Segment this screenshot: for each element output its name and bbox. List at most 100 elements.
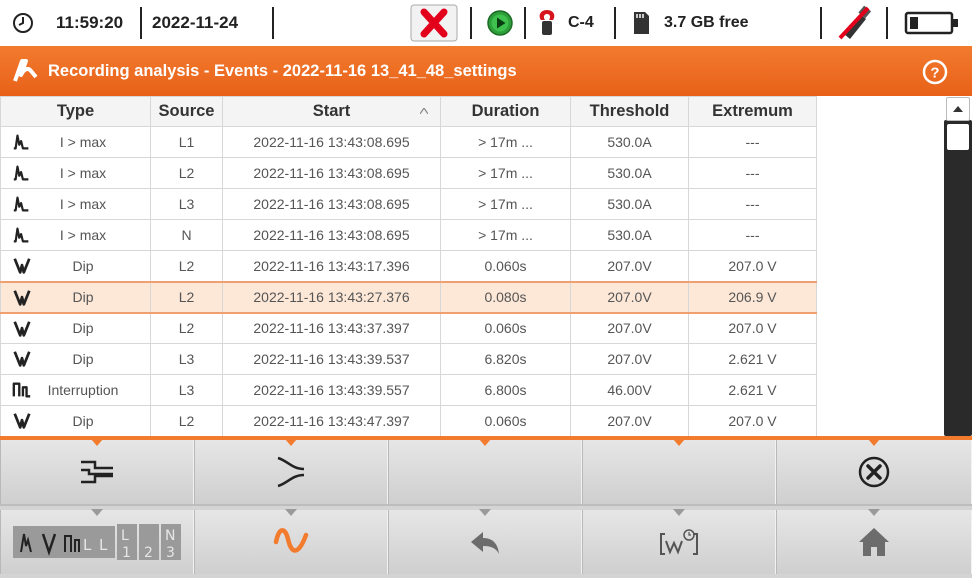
scrollbar-thumb[interactable]: [947, 124, 969, 150]
threshold-cell: 207.0V: [570, 405, 689, 436]
waveform-timeplot-button[interactable]: [582, 509, 776, 574]
status-bar: 11:59:20 2022-11-24 C-4 3.7 GB free: [0, 0, 972, 46]
dip-icon: [13, 413, 31, 429]
source-cell: L1: [150, 126, 223, 158]
bottom-toolbar: L L L 1 2 3 N: [0, 436, 972, 578]
column-header-start[interactable]: Start: [222, 96, 441, 127]
start-cell: 2022-11-16 13:43:08.695: [222, 219, 441, 251]
column-header-extremum[interactable]: Extremum: [688, 96, 817, 127]
source-cell: L3: [150, 188, 223, 220]
threshold-cell: 530.0A: [570, 126, 689, 158]
separator: [140, 7, 142, 39]
status-time: 11:59:20: [56, 13, 124, 32]
source-cell: L2: [150, 280, 223, 314]
start-cell: 2022-11-16 13:43:08.695: [222, 157, 441, 189]
source-cell: L2: [150, 250, 223, 282]
event-filter-button[interactable]: [0, 439, 194, 504]
start-cell: 2022-11-16 13:43:08.695: [222, 188, 441, 220]
source-cell: L2: [150, 312, 223, 344]
phase-label-1: 1: [122, 545, 131, 561]
table-row[interactable]: I > max L3 2022-11-16 13:43:08.695 > 17m ..…: [0, 188, 817, 220]
phase-label-l1-letter: L: [83, 536, 92, 554]
record-play-icon: [486, 0, 514, 46]
event-type-label: I > max: [59, 134, 107, 150]
current-max-icon: [13, 196, 29, 212]
close-button[interactable]: [776, 439, 972, 504]
table-row[interactable]: I > max N 2022-11-16 13:43:08.695 > 17m ...…: [0, 219, 817, 251]
page-title: Recording analysis - Events - 2022-11-16…: [48, 62, 517, 80]
notch-icon: [91, 439, 103, 446]
phase-label-l3-letter: L: [121, 528, 129, 544]
notch-icon: [91, 509, 103, 516]
error-x-icon[interactable]: [410, 0, 458, 46]
home-button[interactable]: [776, 509, 972, 574]
events-table: Type Source Start Duration Threshold Ext…: [0, 96, 944, 436]
start-cell: 2022-11-16 13:43:08.695: [222, 126, 441, 158]
storage-free: 3.7 GB free: [664, 14, 749, 31]
extremum-cell: ---: [688, 188, 817, 220]
extremum-cell: ---: [688, 157, 817, 189]
analyzer-logo-icon: [12, 57, 40, 90]
interruption-icon: [12, 382, 31, 398]
separator: [272, 7, 274, 39]
notch-icon: [479, 509, 491, 516]
usb-disabled-icon: [836, 0, 872, 46]
table-row[interactable]: Dip L2 2022-11-16 13:43:17.396 0.060s 207.0V…: [0, 250, 817, 282]
extremum-cell: 206.9 V: [688, 280, 817, 314]
duration-cell: 6.820s: [440, 343, 571, 375]
duration-cell: 0.060s: [440, 250, 571, 282]
extremum-cell: 207.0 V: [688, 405, 817, 436]
waveform-button[interactable]: [194, 509, 388, 574]
column-header-type[interactable]: Type: [0, 96, 151, 127]
start-cell: 2022-11-16 13:43:39.557: [222, 374, 441, 406]
toolbar-divider: [0, 504, 972, 506]
phase-label-n: N: [165, 528, 175, 544]
notch-icon: [868, 509, 880, 516]
back-button[interactable]: [388, 509, 582, 574]
source-cell: N: [150, 219, 223, 251]
phase-label-l2-letter: L: [99, 536, 108, 554]
table-row[interactable]: Dip L2 2022-11-16 13:43:37.397 0.060s 207.0V…: [0, 312, 817, 344]
help-icon[interactable]: ?: [922, 59, 948, 90]
type-cell: Dip: [0, 405, 151, 436]
event-type-selector-button[interactable]: L L L 1 2 3 N: [0, 509, 194, 574]
column-header-threshold[interactable]: Threshold: [570, 96, 689, 127]
extremum-cell: 2.621 V: [688, 374, 817, 406]
empty-button-2[interactable]: [582, 439, 776, 504]
table-row[interactable]: Dip L3 2022-11-16 13:43:39.537 6.820s 207.0V…: [0, 343, 817, 375]
event-type-label: Dip: [72, 413, 94, 429]
duration-cell: > 17m ...: [440, 126, 571, 158]
duration-cell: 6.800s: [440, 374, 571, 406]
duration-cell: 0.060s: [440, 405, 571, 436]
column-header-duration[interactable]: Duration: [440, 96, 571, 127]
type-cell: I > max: [0, 126, 151, 158]
table-row[interactable]: Dip L2 2022-11-16 13:43:47.397 0.060s 207.0V…: [0, 405, 817, 436]
table-row[interactable]: I > max L2 2022-11-16 13:43:08.695 > 17m ..…: [0, 157, 817, 189]
scrollbar-track[interactable]: [944, 120, 972, 436]
start-cell: 2022-11-16 13:43:47.397: [222, 405, 441, 436]
chevron-up-icon: [953, 106, 963, 112]
sort-ascending-icon: [420, 108, 428, 114]
threshold-cell: 530.0A: [570, 157, 689, 189]
sd-card-icon: [632, 0, 650, 46]
waveform-icon: [273, 528, 309, 553]
dip-icon: [13, 258, 31, 274]
curve-button[interactable]: [194, 439, 388, 504]
table-row-selected[interactable]: Dip L2 2022-11-16 13:43:27.376 0.080s 207.0V…: [0, 280, 817, 314]
column-header-source[interactable]: Source: [150, 96, 223, 127]
waveform-timeplot-icon: [660, 529, 698, 555]
table-header-row: Type Source Start Duration Threshold Ext…: [0, 96, 817, 127]
svg-text:?: ?: [930, 65, 939, 82]
source-cell: L3: [150, 374, 223, 406]
extremum-cell: ---: [688, 219, 817, 251]
threshold-cell: 530.0A: [570, 188, 689, 220]
table-row[interactable]: I > max L1 2022-11-16 13:43:08.695 > 17m ..…: [0, 126, 817, 158]
clock-icon: [12, 0, 34, 46]
duration-cell: > 17m ...: [440, 157, 571, 189]
back-arrow-icon: [471, 532, 499, 554]
table-row[interactable]: Interruption L3 2022-11-16 13:43:39.557 6.8…: [0, 374, 817, 406]
scroll-up-button[interactable]: [946, 97, 970, 121]
empty-button-1[interactable]: [388, 439, 582, 504]
status-date: 2022-11-24: [152, 13, 239, 32]
threshold-cell: 207.0V: [570, 312, 689, 344]
